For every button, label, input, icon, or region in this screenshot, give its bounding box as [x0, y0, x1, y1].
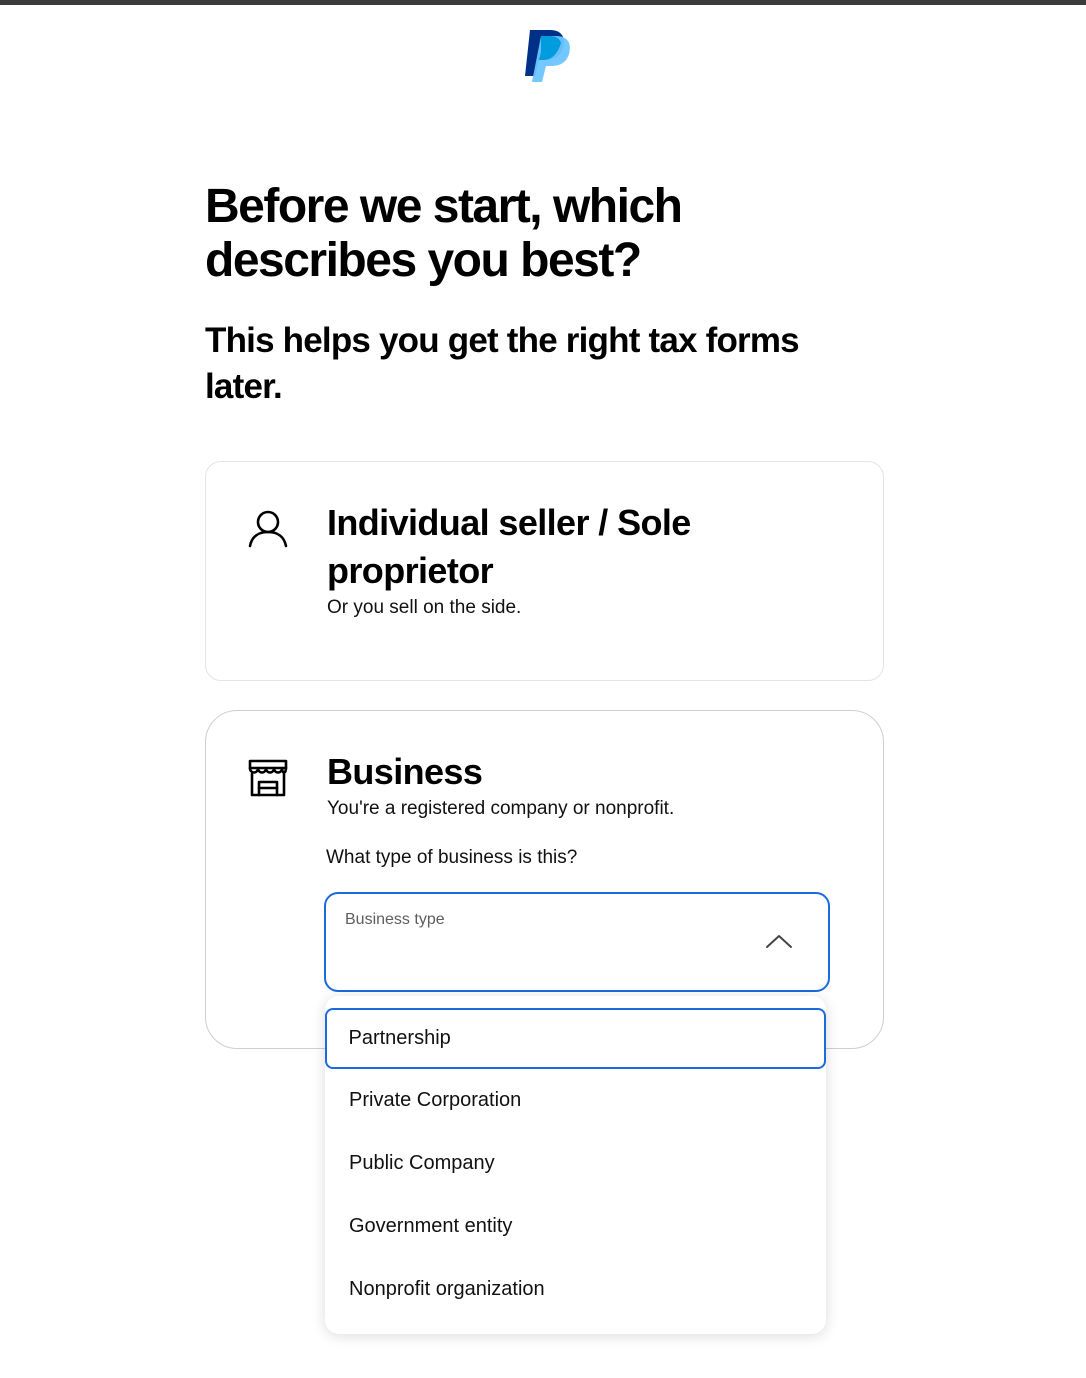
paypal-logo-icon	[524, 26, 572, 84]
dropdown-option-partnership[interactable]: Partnership	[325, 1008, 826, 1069]
chevron-up-icon[interactable]	[764, 932, 794, 950]
dropdown-option-government-entity[interactable]: Government entity	[325, 1195, 826, 1258]
business-type-select[interactable]: Business type	[324, 892, 830, 992]
dropdown-option-nonprofit-organization[interactable]: Nonprofit organization	[325, 1258, 826, 1321]
dropdown-option-public-company[interactable]: Public Company	[325, 1132, 826, 1195]
page-heading: Before we start, which describes you bes…	[205, 180, 683, 287]
page-subheading: This helps you get the right tax forms l…	[205, 321, 800, 406]
individual-seller-option-card[interactable]: Individual seller / Sole proprietor Or y…	[205, 461, 884, 681]
individual-option-description: Or you sell on the side.	[327, 597, 522, 618]
person-icon	[246, 506, 290, 550]
individual-option-title: Individual seller / Sole proprietor	[327, 502, 691, 591]
business-option-description: You're a registered company or nonprofit…	[327, 798, 675, 819]
business-type-dropdown-list: Partnership Private Corporation Public C…	[325, 996, 826, 1334]
business-option-title: Business	[327, 751, 483, 792]
dropdown-option-private-corporation[interactable]: Private Corporation	[325, 1069, 826, 1132]
business-type-label: Business type	[345, 911, 445, 928]
business-type-question: What type of business is this?	[326, 847, 578, 868]
top-border-bar	[0, 0, 1086, 5]
storefront-icon	[246, 755, 290, 799]
